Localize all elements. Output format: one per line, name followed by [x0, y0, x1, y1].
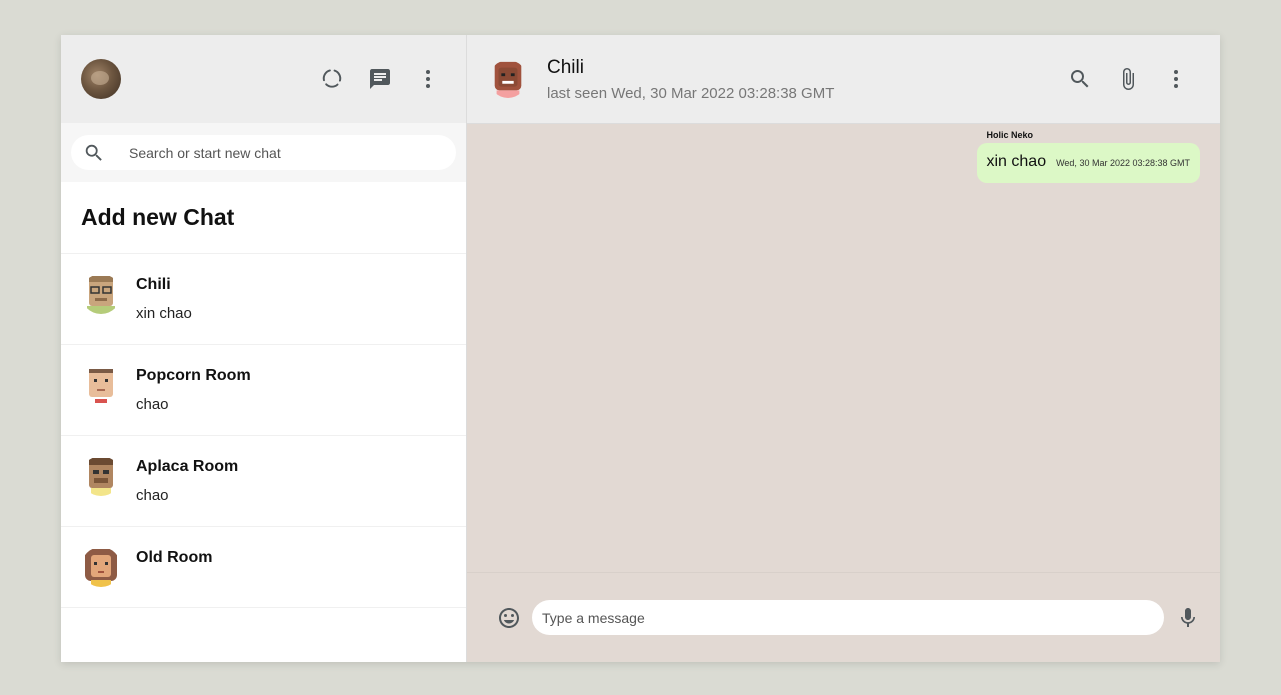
chat-avatar	[85, 549, 117, 587]
chat-name: Chili	[136, 276, 171, 293]
chat-last-message: xin chao	[136, 305, 192, 322]
conversation-panel: Chili last seen Wed, 30 Mar 2022 03:28:3…	[467, 35, 1220, 662]
contact-name: Chili	[547, 56, 584, 78]
sidebar-header-icons	[320, 67, 440, 91]
conversation-header: Chili last seen Wed, 30 Mar 2022 03:28:3…	[467, 35, 1220, 124]
contact-avatar[interactable]	[489, 60, 527, 98]
new-chat-icon[interactable]	[368, 67, 392, 91]
search-area	[61, 123, 466, 182]
user-avatar[interactable]	[81, 59, 121, 99]
message-list: Holic Neko xin chao Wed, 30 Mar 2022 03:…	[467, 124, 1220, 572]
chat-item-popcorn-room[interactable]: Popcorn Room chao	[61, 345, 466, 436]
chat-name: Old Room	[136, 549, 213, 566]
message-bubble[interactable]: xin chao Wed, 30 Mar 2022 03:28:38 GMT	[976, 143, 1200, 183]
chat-item-aplaca-room[interactable]: Aplaca Room chao	[61, 436, 466, 527]
chat-avatar	[87, 276, 115, 314]
sidebar: Add new Chat Chili xin chao	[61, 35, 467, 662]
chat-avatar	[89, 369, 113, 405]
conversation-header-icons	[1068, 67, 1188, 91]
sidebar-header	[61, 35, 466, 123]
message-sender: Holic Neko	[986, 130, 1034, 140]
contact-last-seen: last seen Wed, 30 Mar 2022 03:28:38 GMT	[547, 84, 835, 102]
message-composer	[467, 572, 1220, 662]
chat-item-old-room[interactable]: Old Room	[61, 527, 466, 608]
more-vert-icon[interactable]	[1164, 67, 1188, 91]
chat-last-message: chao	[136, 487, 169, 504]
search-box	[71, 135, 456, 170]
message: Holic Neko xin chao Wed, 30 Mar 2022 03:…	[976, 130, 1200, 183]
chat-last-message: chao	[136, 396, 169, 413]
message-timestamp: Wed, 30 Mar 2022 03:28:38 GMT	[1056, 158, 1190, 168]
chat-name: Aplaca Room	[136, 458, 239, 475]
add-new-chat-button[interactable]: Add new Chat	[61, 182, 466, 254]
app-window: Add new Chat Chili xin chao	[61, 35, 1220, 662]
search-input[interactable]	[127, 143, 431, 162]
chat-avatar	[89, 458, 113, 496]
mic-icon[interactable]	[1176, 606, 1200, 630]
chat-name: Popcorn Room	[136, 367, 251, 384]
message-input[interactable]	[532, 600, 1164, 635]
search-icon[interactable]	[1068, 67, 1092, 91]
search-icon	[85, 144, 102, 161]
message-text: xin chao	[986, 153, 1047, 170]
attach-icon[interactable]	[1116, 67, 1140, 91]
chat-item-chili[interactable]: Chili xin chao	[61, 254, 466, 345]
emoji-icon[interactable]	[497, 606, 521, 630]
status-icon[interactable]	[320, 67, 344, 91]
more-vert-icon[interactable]	[416, 67, 440, 91]
